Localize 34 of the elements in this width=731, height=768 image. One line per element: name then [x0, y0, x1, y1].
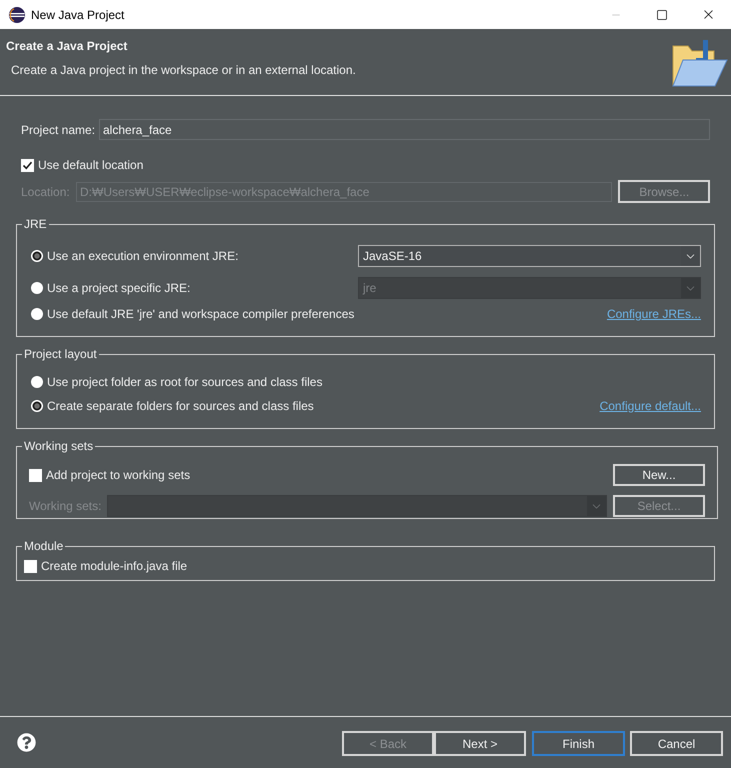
radio-label[interactable]: Create separate folders for sources and class files [47, 399, 314, 413]
dialog-button[interactable]: Finish [532, 731, 625, 756]
checkbox[interactable] [24, 560, 37, 572]
radio-button[interactable] [31, 250, 43, 262]
checkbox-label[interactable]: Create module-info.java file [41, 559, 188, 573]
radio-button[interactable] [31, 376, 43, 388]
checkbox[interactable] [21, 158, 34, 172]
link[interactable]: Configure JREs... [606, 307, 701, 321]
help-icon[interactable] [17, 733, 36, 752]
link[interactable]: Configure default... [600, 399, 701, 413]
text-field[interactable]: alchera_face [99, 119, 710, 140]
field-label: Project name: [21, 122, 96, 138]
radio-label[interactable]: Use a project specific JRE: [47, 281, 190, 295]
checkbox[interactable] [29, 468, 42, 482]
striped-circle-icon [9, 6, 25, 22]
group-title: JRE [23, 217, 48, 231]
dropdown[interactable]: JavaSE-16 [358, 245, 701, 267]
radio-label[interactable]: Use default JRE 'jre' and workspace compiler preferences [47, 307, 354, 321]
radio-button[interactable] [31, 308, 43, 320]
radio-label[interactable]: Use project folder as root for sources and class files [47, 375, 322, 389]
dialog-button[interactable]: Cancel [630, 731, 723, 756]
checkbox-label[interactable]: Add project to working sets [46, 468, 190, 482]
checkbox-label[interactable]: Use default location [38, 158, 144, 172]
dialog-button[interactable]: Next > [434, 731, 526, 756]
page-description: Create a Java project in the workspace or in an external location. [11, 63, 356, 77]
page-title: Create a Java Project [6, 39, 128, 53]
group-title: Working sets [23, 439, 94, 453]
radio-label[interactable]: Use an execution environment JRE: [47, 249, 238, 263]
window-title: New Java Project [31, 6, 124, 24]
group-title: Project layout [23, 347, 98, 361]
radio-button[interactable] [31, 400, 43, 412]
group-title: Module [23, 539, 64, 553]
dialog-button[interactable]: New... [613, 464, 705, 486]
radio-button[interactable] [31, 282, 43, 294]
